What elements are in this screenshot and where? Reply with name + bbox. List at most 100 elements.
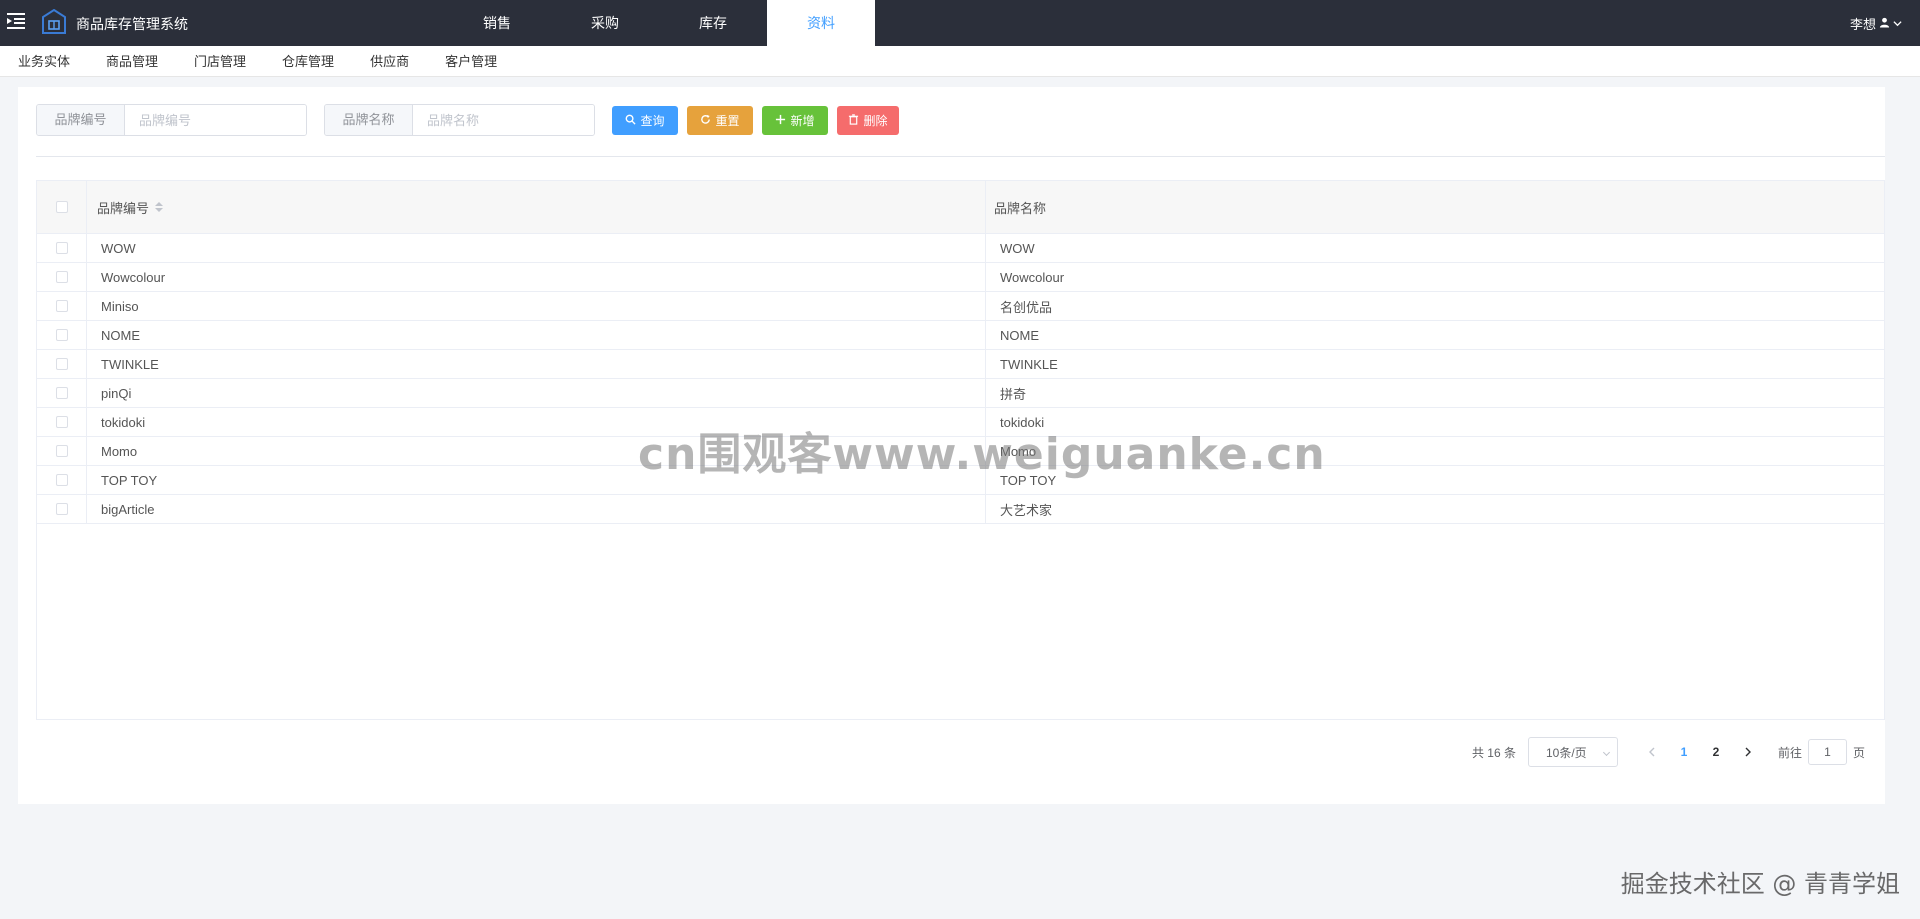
brand-name-cell: WOW — [1000, 240, 1035, 256]
add-button[interactable]: 新增 — [762, 106, 828, 135]
search-button[interactable]: 查询 — [612, 106, 678, 135]
column-header-brand-code[interactable]: 品牌编号 — [87, 181, 986, 233]
brand-name-cell: 大艺术家 — [1000, 502, 1053, 518]
column-header-brand-name: 品牌名称 — [986, 181, 1884, 233]
table-row[interactable]: WOW WOW — [37, 234, 1884, 263]
page-1-button[interactable]: 1 — [1668, 738, 1700, 766]
row-checkbox[interactable] — [55, 387, 68, 399]
page-size-select[interactable]: 10条/页 — [1527, 737, 1618, 767]
chevron-down-icon — [1893, 16, 1902, 31]
row-check-cell — [37, 437, 87, 465]
goto-prefix: 前往 — [1777, 745, 1802, 760]
brand-name-label: 品牌名称 — [325, 105, 413, 135]
app-title: 商品库存管理系统 — [76, 16, 188, 32]
brand-name-cell: 拼奇 — [1000, 386, 1027, 402]
row-checkbox[interactable] — [55, 445, 68, 457]
row-check-cell — [37, 495, 87, 523]
reset-button[interactable]: 重置 — [687, 106, 753, 135]
brand-code-cell: bigArticle — [87, 495, 986, 523]
brand-name-input[interactable] — [413, 105, 594, 135]
row-checkbox[interactable] — [55, 358, 68, 370]
nav-master-data[interactable]: 资料 — [767, 0, 875, 47]
brand-code-label: 品牌编号 — [37, 105, 125, 135]
brand-name-cell: Wowcolour — [1000, 269, 1065, 285]
page-2-button[interactable]: 2 — [1700, 738, 1732, 766]
brand-code-input[interactable] — [125, 105, 306, 135]
search-button-label: 查询 — [640, 114, 665, 128]
user-menu[interactable]: 李想 — [1850, 14, 1902, 33]
pagination-total: 共 16 条 — [1471, 745, 1516, 760]
goto-page-input[interactable] — [1807, 739, 1847, 765]
row-check-cell — [37, 321, 87, 349]
brand-code-cell: Wowcolour — [87, 263, 986, 291]
row-checkbox[interactable] — [55, 416, 68, 428]
bottom-watermark: 掘金技术社区 @ 青青学姐 — [1620, 870, 1900, 898]
brand-name-cell: 名创优品 — [1000, 299, 1053, 315]
subnav-business-entity[interactable]: 业务实体 — [18, 46, 70, 77]
chevron-down-icon — [1602, 748, 1611, 757]
nav-sales[interactable]: 销售 — [443, 0, 551, 46]
column-header-label: 品牌名称 — [994, 200, 1047, 216]
row-checkbox[interactable] — [55, 503, 68, 515]
row-check-cell — [37, 292, 87, 320]
brand-code-cell: WOW — [87, 234, 986, 262]
nav-purchase[interactable]: 采购 — [551, 0, 659, 46]
table-row[interactable]: TWINKLE TWINKLE — [37, 350, 1884, 379]
pagination: 共 16 条 10条/页 1 2 前往 页 — [1472, 737, 1865, 767]
goto-suffix: 页 — [1852, 745, 1865, 760]
row-checkbox[interactable] — [55, 271, 68, 283]
row-checkbox[interactable] — [55, 242, 68, 254]
table-row[interactable]: pinQi 拼奇 — [37, 379, 1884, 408]
chevron-right-icon — [1745, 747, 1751, 757]
brand-code-cell: Miniso — [87, 292, 986, 320]
sort-icon[interactable] — [155, 202, 164, 212]
sub-nav: 业务实体 商品管理 门店管理 仓库管理 供应商 客户管理 — [0, 46, 1920, 77]
column-header-label: 品牌编号 — [97, 200, 150, 216]
delete-button[interactable]: 删除 — [837, 106, 899, 135]
select-all-cell — [37, 181, 87, 233]
row-check-cell — [37, 379, 87, 407]
row-check-cell — [37, 350, 87, 378]
subnav-product[interactable]: 商品管理 — [106, 46, 158, 77]
search-icon — [625, 114, 637, 128]
brand-name-search: 品牌名称 — [324, 104, 595, 136]
next-page-button[interactable] — [1732, 738, 1764, 766]
nav-inventory[interactable]: 库存 — [659, 0, 767, 46]
brand-name-cell: TWINKLE — [1000, 356, 1058, 372]
subnav-customer[interactable]: 客户管理 — [445, 46, 497, 77]
select-all-checkbox[interactable] — [55, 201, 68, 213]
row-checkbox[interactable] — [55, 329, 68, 341]
user-name: 李想 — [1849, 17, 1876, 32]
divider — [36, 156, 1885, 157]
user-icon — [1879, 16, 1890, 31]
center-watermark: cn围观客www.weiguanke.cn — [638, 429, 1326, 480]
row-check-cell — [37, 408, 87, 436]
subnav-supplier[interactable]: 供应商 — [370, 46, 409, 77]
row-check-cell — [37, 234, 87, 262]
trash-icon — [848, 113, 859, 128]
prev-page-button[interactable] — [1636, 738, 1668, 766]
table-row[interactable]: Miniso 名创优品 — [37, 292, 1884, 321]
row-checkbox[interactable] — [55, 474, 68, 486]
table-row[interactable]: bigArticle 大艺术家 — [37, 495, 1884, 524]
row-check-cell — [37, 466, 87, 494]
plus-icon — [775, 114, 786, 128]
refresh-icon — [700, 114, 711, 128]
page-size-value: 10条/页 — [1545, 745, 1587, 760]
brand-code-cell: NOME — [87, 321, 986, 349]
table-row[interactable]: NOME NOME — [37, 321, 1884, 350]
chevron-left-icon — [1648, 747, 1655, 757]
reset-button-label: 重置 — [715, 114, 740, 128]
table-row[interactable]: Wowcolour Wowcolour — [37, 263, 1884, 292]
top-nav: 销售 采购 库存 资料 — [443, 0, 875, 47]
table-header: 品牌编号 品牌名称 — [37, 181, 1884, 234]
menu-toggle-icon[interactable] — [6, 11, 26, 31]
row-checkbox[interactable] — [55, 300, 68, 312]
row-check-cell — [37, 263, 87, 291]
brand-code-cell: pinQi — [87, 379, 986, 407]
top-bar: 商品库存管理系统 销售 采购 库存 资料 李想 — [0, 0, 1920, 47]
subnav-store[interactable]: 门店管理 — [194, 46, 246, 77]
subnav-warehouse[interactable]: 仓库管理 — [282, 46, 334, 77]
add-button-label: 新增 — [790, 114, 815, 128]
brand-name-cell: NOME — [1000, 327, 1039, 343]
